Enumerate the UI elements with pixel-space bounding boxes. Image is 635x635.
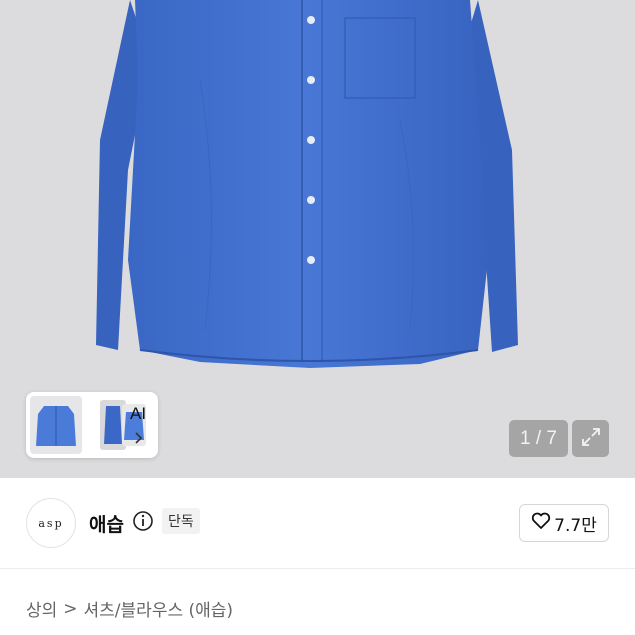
- breadcrumb-category[interactable]: 상의: [26, 596, 57, 621]
- product-image-gallery[interactable]: AI 1 / 7: [0, 0, 635, 478]
- exclusive-badge: 단독: [162, 508, 200, 534]
- image-counter: 1 / 7: [509, 420, 568, 457]
- shop-logo[interactable]: asp: [26, 498, 76, 548]
- expand-icon: [580, 426, 602, 452]
- shop-info-row: asp 애습 단독 7.7만: [0, 478, 635, 568]
- shop-name[interactable]: 애습: [89, 510, 124, 537]
- breadcrumb-separator: >: [63, 598, 78, 619]
- ai-label: AI: [130, 404, 147, 423]
- breadcrumb-subcategory[interactable]: 셔츠/블라우스 (애습): [84, 596, 234, 621]
- like-button[interactable]: 7.7만: [519, 504, 609, 542]
- ai-thumbnail-strip[interactable]: AI: [26, 392, 158, 458]
- expand-button[interactable]: [572, 420, 609, 457]
- like-count: 7.7만: [554, 515, 597, 536]
- info-icon[interactable]: [132, 510, 154, 536]
- breadcrumb: 상의 > 셔츠/블라우스 (애습): [26, 596, 234, 622]
- heart-icon: [531, 512, 551, 535]
- thumbnail-front[interactable]: [30, 396, 82, 454]
- chevron-right-icon: [134, 430, 144, 449]
- divider: [0, 568, 635, 569]
